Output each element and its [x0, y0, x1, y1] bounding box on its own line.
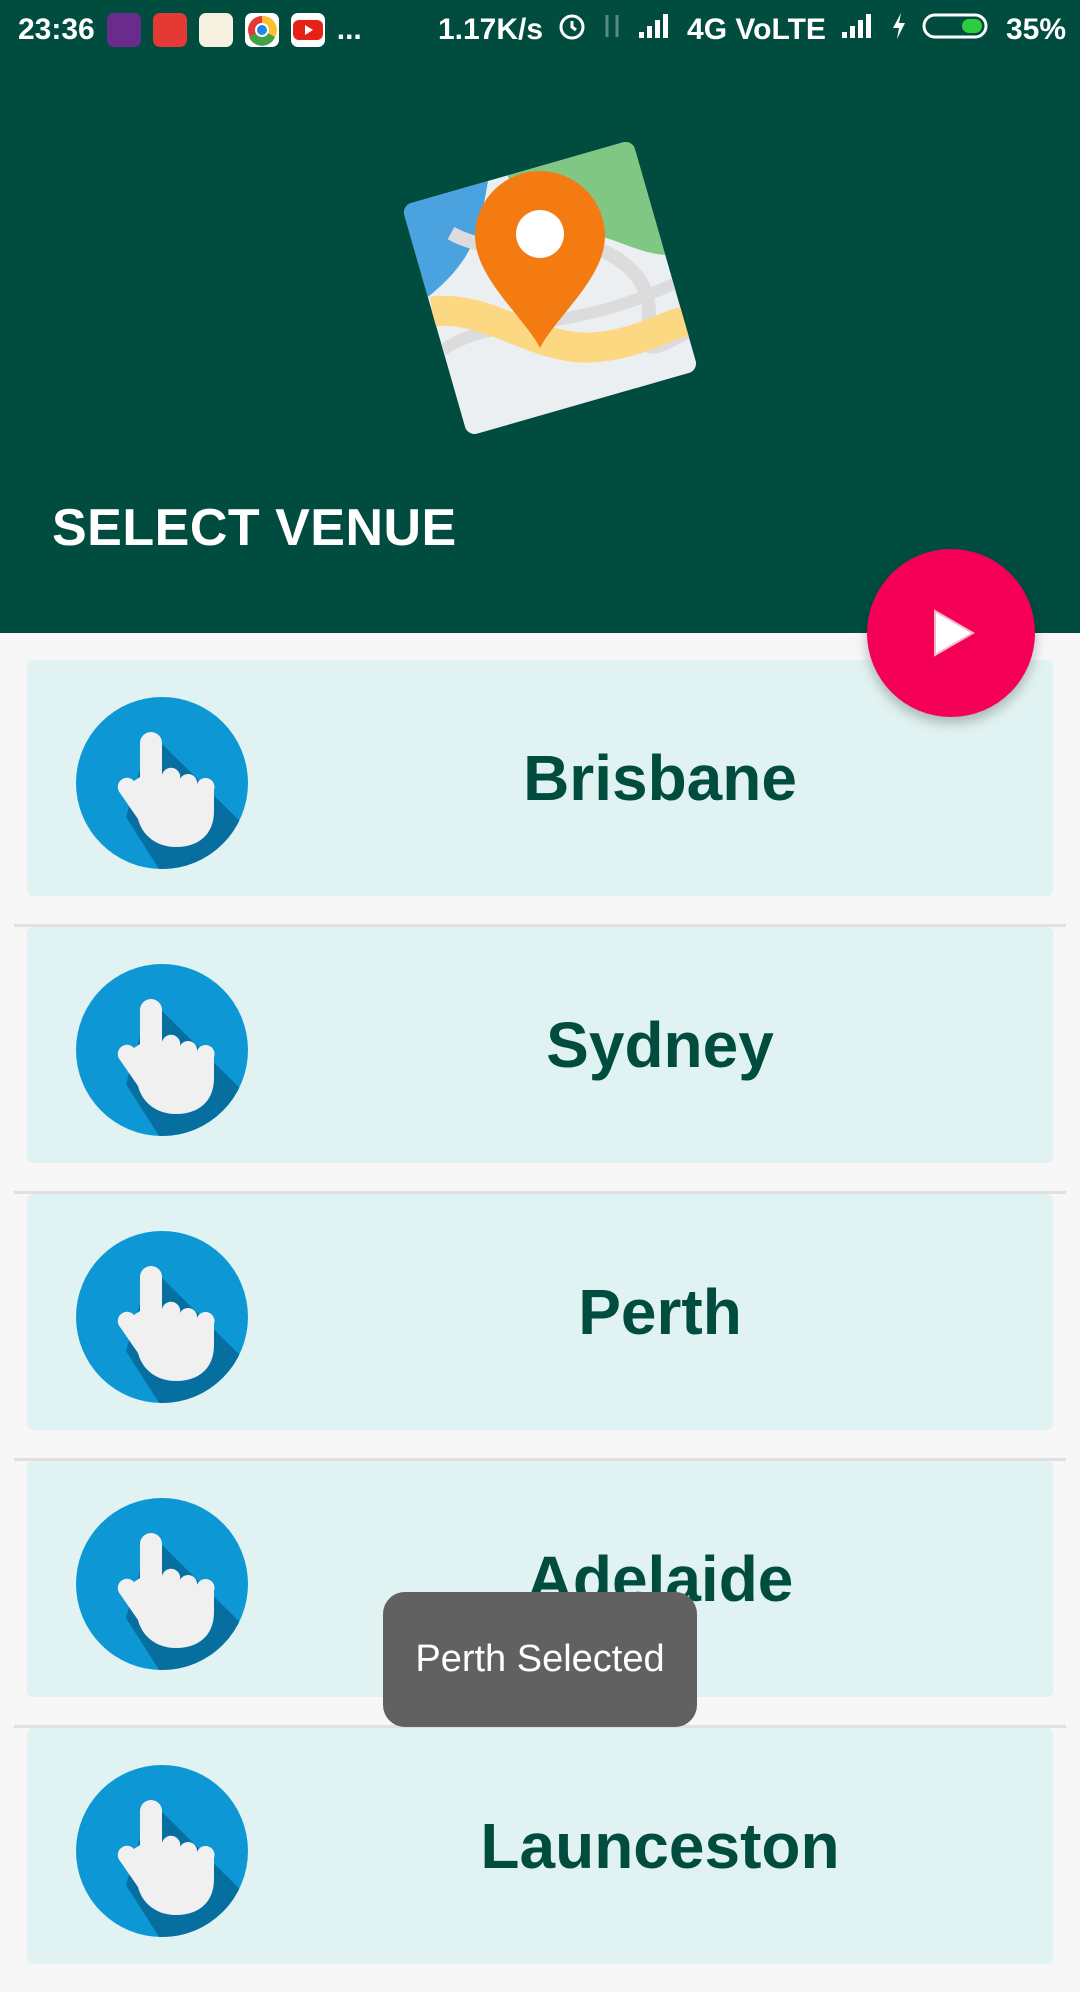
signal-icon	[637, 12, 673, 48]
josh-app-icon	[106, 13, 141, 47]
page-title: SELECT VENUE	[52, 499, 457, 557]
venue-card-perth[interactable]: Perth	[27, 1194, 1053, 1430]
network-type: 4G VoLTE	[687, 13, 826, 46]
youtube-icon	[290, 13, 325, 47]
venue-row-launceston: Launceston	[14, 1728, 1066, 1992]
hand-pointer-icon	[76, 1765, 248, 1937]
venue-row-sydney: Sydney	[14, 927, 1066, 1194]
venue-name: Sydney	[546, 1009, 774, 1081]
signal-icon-2	[840, 12, 876, 48]
alarm-icon	[557, 11, 587, 49]
hand-pointer-icon	[76, 1231, 248, 1403]
venue-card-sydney[interactable]: Sydney	[27, 927, 1053, 1163]
map-location-logo	[401, 139, 699, 437]
hand-pointer-icon	[76, 697, 248, 869]
chrome-icon	[244, 13, 279, 47]
venue-row-perth: Perth	[14, 1194, 1066, 1461]
net-speed: 1.17K/s	[437, 13, 544, 46]
toast-message: Perth Selected	[383, 1592, 697, 1727]
more-notifications-icon: ...	[336, 13, 362, 46]
play-icon	[934, 609, 975, 657]
next-fab-button[interactable]	[867, 549, 1035, 717]
hand-pointer-icon	[76, 1498, 248, 1670]
status-time: 23:36	[18, 13, 95, 46]
notes-app-icon	[198, 13, 233, 47]
venue-list: Brisbane Sydney Perth Adelaide Launcesto…	[14, 660, 1066, 1992]
battery-percent: 35%	[1005, 13, 1066, 46]
charging-icon	[890, 11, 908, 49]
data-transfer-icon	[601, 11, 623, 49]
venue-name: Perth	[578, 1276, 742, 1348]
venue-card-launceston[interactable]: Launceston	[27, 1728, 1053, 1964]
app-header: SELECT VENUE	[0, 60, 1080, 633]
hand-pointer-icon	[76, 964, 248, 1136]
battery-icon	[922, 12, 992, 48]
fitness-app-icon	[152, 13, 187, 47]
venue-name: Launceston	[480, 1810, 840, 1882]
status-bar: 23:36 ... 1.17K/s 4G VoLTE 35%	[0, 0, 1080, 60]
